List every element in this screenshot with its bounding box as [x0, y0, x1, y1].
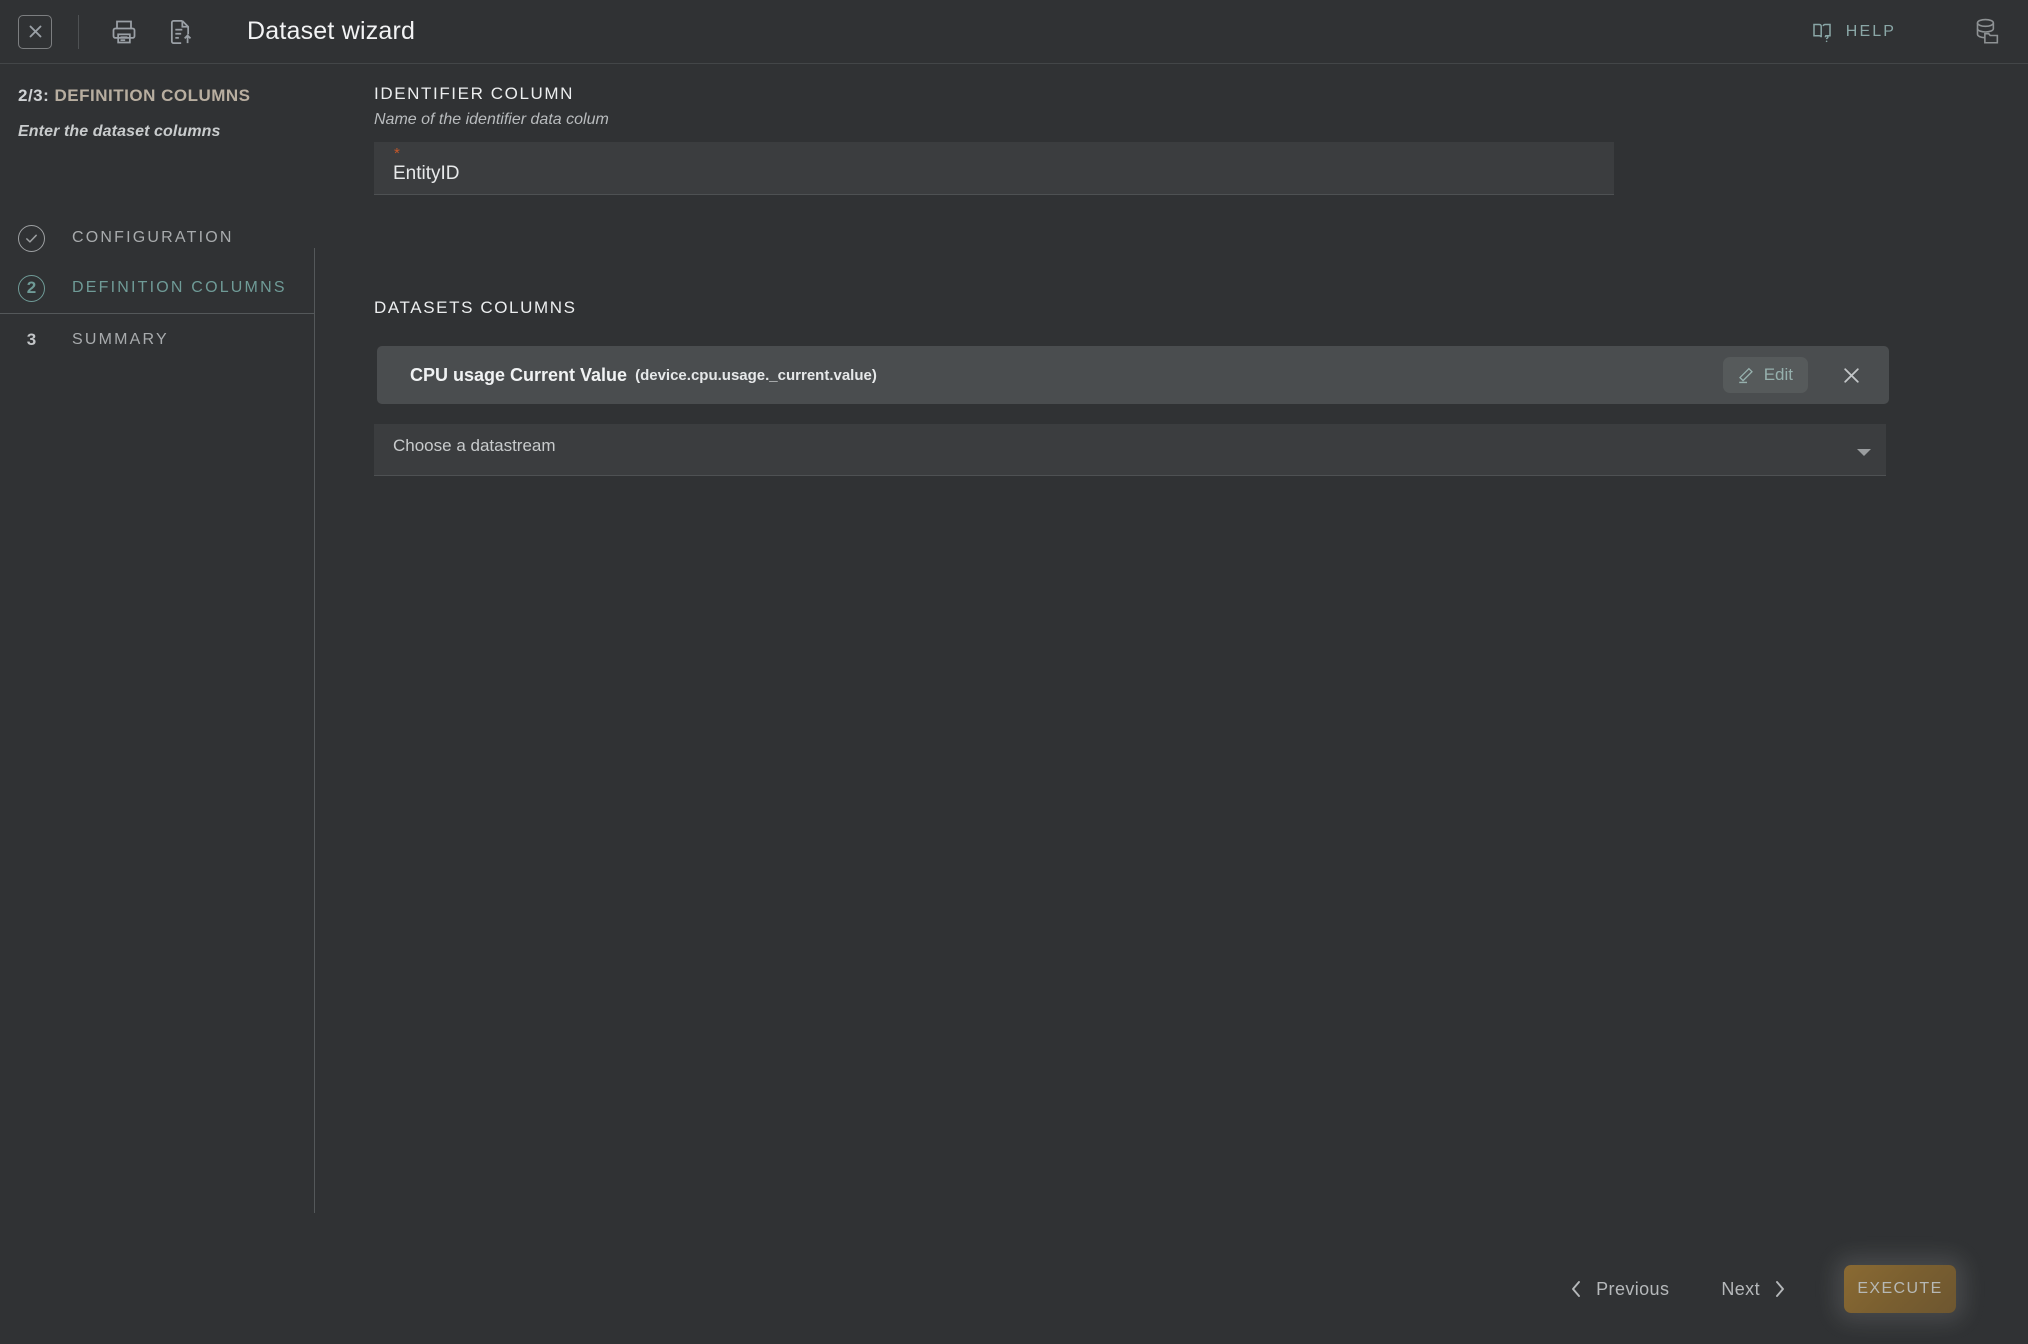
- app-header: Dataset wizard HELP: [0, 0, 2028, 64]
- sidebar-item-configuration[interactable]: CONFIGURATION: [0, 213, 315, 263]
- chevron-down-icon: [1857, 449, 1871, 456]
- sidebar-step-subtitle: Enter the dataset columns: [18, 123, 221, 140]
- column-row-title: CPU usage Current Value: [410, 364, 628, 385]
- check-icon-glyph: [26, 234, 37, 243]
- check-circle-icon: [18, 224, 45, 252]
- identifier-input[interactable]: * EntityID: [374, 142, 1614, 195]
- datastream-select[interactable]: Choose a datastream: [374, 424, 1886, 476]
- sidebar-item-definition-columns[interactable]: 2 DEFINITION COLUMNS: [0, 263, 315, 313]
- wizard-sidebar: 2/3: DEFINITION COLUMNS Enter the datase…: [0, 64, 315, 1214]
- document-upload-icon[interactable]: [159, 11, 201, 53]
- identifier-input-value: EntityID: [393, 163, 460, 184]
- header-separator: [78, 14, 79, 49]
- book-question-icon: [1813, 23, 1831, 42]
- edit-button-label: Edit: [1763, 365, 1793, 384]
- sidebar-step-number: 2/3:: [18, 86, 50, 105]
- sidebar-step-list: CONFIGURATION 2 DEFINITION COLUMNS 3 SUM…: [0, 213, 315, 365]
- identifier-column-label: IDENTIFIER COLUMN: [374, 84, 575, 103]
- help-label: HELP: [1845, 22, 1896, 40]
- remove-column-button[interactable]: [1834, 358, 1868, 392]
- step-badge-number: 2: [26, 278, 37, 297]
- column-row-key: (device.cpu.usage._current.value): [635, 366, 877, 384]
- sidebar-item-summary[interactable]: 3 SUMMARY: [0, 313, 315, 365]
- document-upload-icon-glyph: [170, 19, 192, 44]
- execute-button-wrapper: EXECUTE: [1844, 1265, 1956, 1313]
- sidebar-item-label: DEFINITION COLUMNS: [72, 279, 287, 296]
- next-label: Next: [1721, 1278, 1760, 1299]
- wizard-footer: Previous Next EXECUTE: [0, 1234, 2028, 1344]
- sidebar-item-label: CONFIGURATION: [72, 229, 234, 246]
- identifier-column-description: Name of the identifier data colum: [374, 111, 609, 128]
- printer-icon-glyph: [112, 20, 136, 43]
- close-icon: [1843, 367, 1859, 383]
- sidebar-step-title: DEFINITION COLUMNS: [54, 86, 251, 105]
- close-icon-glyph: [29, 25, 41, 38]
- database-folder-icon-glyph: [1976, 18, 1999, 44]
- execute-button[interactable]: EXECUTE: [1844, 1265, 1956, 1313]
- printer-icon[interactable]: [103, 11, 145, 53]
- chevron-left-icon: [1572, 1281, 1581, 1297]
- database-folder-icon[interactable]: [1962, 8, 2010, 56]
- column-row-actions: Edit: [1722, 357, 1889, 393]
- main-content: IDENTIFIER COLUMN Name of the identifier…: [315, 64, 2028, 1344]
- sidebar-step-header: 2/3: DEFINITION COLUMNS: [0, 64, 315, 106]
- required-marker: *: [394, 145, 400, 162]
- datasets-columns-label: DATASETS COLUMNS: [374, 298, 577, 317]
- pencil-icon: [1738, 367, 1753, 383]
- table-row[interactable]: CPU usage Current Value (device.cpu.usag…: [377, 346, 1889, 404]
- chevron-right-icon: [1776, 1281, 1784, 1297]
- edit-button[interactable]: Edit: [1722, 357, 1808, 393]
- close-box-icon[interactable]: [18, 14, 52, 49]
- previous-button[interactable]: Previous: [1558, 1271, 1679, 1308]
- page-title: Dataset wizard: [247, 17, 416, 45]
- identifier-column-block: IDENTIFIER COLUMN Name of the identifier…: [374, 84, 609, 129]
- next-button[interactable]: Next: [1711, 1271, 1798, 1308]
- datastream-placeholder: Choose a datastream: [393, 436, 556, 455]
- sidebar-item-label: SUMMARY: [72, 330, 169, 348]
- step-badge-3: 3: [18, 326, 45, 353]
- step-badge-number: 3: [26, 329, 37, 349]
- previous-label: Previous: [1596, 1278, 1670, 1299]
- header-right-actions: HELP: [1801, 8, 2028, 56]
- help-button[interactable]: HELP: [1801, 14, 1906, 50]
- execute-button-label: EXECUTE: [1857, 1280, 1943, 1297]
- step-badge-2: 2: [18, 274, 45, 302]
